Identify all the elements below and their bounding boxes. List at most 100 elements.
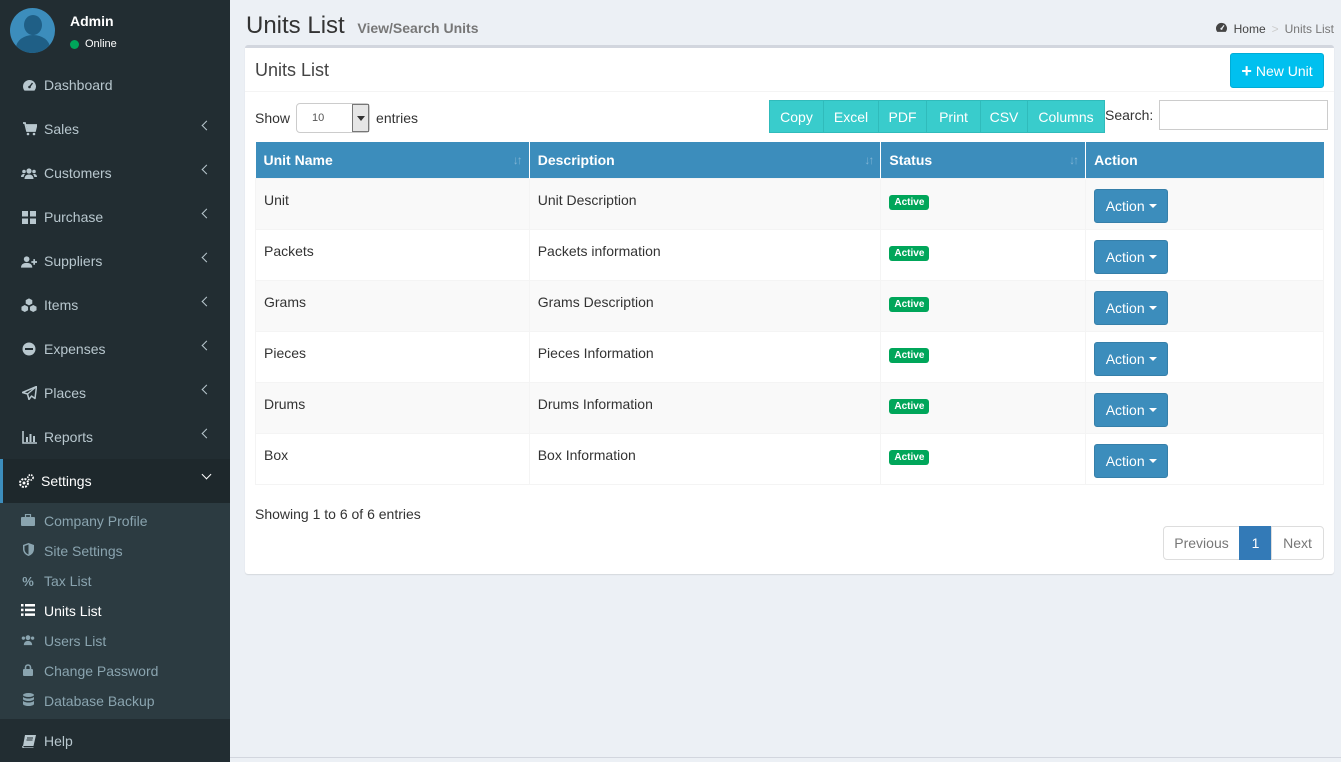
submenu-item-database-backup[interactable]: Database Backup — [0, 686, 230, 716]
sidebar-item-items[interactable]: Items — [0, 283, 230, 327]
database-icon — [20, 693, 36, 709]
user-status: Online — [70, 38, 117, 50]
excel-button[interactable]: Excel — [824, 100, 879, 133]
lock-icon — [20, 663, 36, 679]
action-dropdown-button[interactable]: Action — [1094, 188, 1169, 223]
status-badge: Active — [889, 245, 930, 261]
status-badge: Active — [889, 347, 930, 363]
search-input[interactable] — [1159, 100, 1329, 130]
status-cell: Active — [880, 177, 1087, 230]
unit-name-cell: Pieces — [255, 330, 530, 383]
action-dropdown-button[interactable]: Action — [1094, 341, 1169, 376]
avatar[interactable] — [10, 8, 55, 53]
action-dropdown-button[interactable]: Action — [1094, 290, 1169, 325]
caret-down-icon — [1148, 356, 1157, 361]
cubes-icon — [21, 297, 37, 313]
unit-name-cell: Grams — [255, 279, 530, 332]
sidebar-item-settings[interactable]: Settings — [0, 459, 230, 503]
status-cell: Active — [880, 381, 1087, 434]
online-dot-icon — [70, 39, 79, 49]
plus-icon: + — [1241, 60, 1252, 81]
gears-icon — [18, 473, 34, 489]
bar-chart-icon — [21, 429, 37, 445]
unit-name-cell: Drums — [255, 381, 530, 434]
table-row: Unit Unit Description Active Action — [255, 177, 1324, 230]
description-cell: Box Information — [528, 432, 882, 485]
breadcrumb-home-link[interactable]: Home — [1234, 22, 1266, 36]
caret-down-icon — [1148, 458, 1157, 463]
print-button[interactable]: Print — [927, 100, 981, 133]
users-icon — [20, 634, 36, 649]
sidebar-item-reports[interactable]: Reports — [0, 415, 230, 459]
sidebar-item-expenses[interactable]: Expenses — [0, 327, 230, 371]
submenu-item-company-profile[interactable]: Company Profile — [0, 506, 230, 536]
action-cell: Action — [1085, 381, 1324, 434]
submenu-item-users-list[interactable]: Users List — [0, 626, 230, 656]
sort-icon: ↓↑ — [1069, 153, 1079, 167]
submenu-item-tax-list[interactable]: % Tax List — [0, 566, 230, 596]
sidebar-item-help[interactable]: Help — [0, 719, 230, 762]
percent-icon: % — [22, 573, 34, 589]
breadcrumb-separator: > — [1271, 22, 1279, 36]
action-cell: Action — [1085, 177, 1324, 230]
user-name: Admin — [70, 13, 114, 29]
sidebar-item-places[interactable]: Places — [0, 371, 230, 415]
status-cell: Active — [880, 330, 1087, 383]
caret-down-icon — [1148, 407, 1157, 412]
action-dropdown-button[interactable]: Action — [1094, 239, 1169, 274]
sidebar-item-dashboard[interactable]: Dashboard — [0, 63, 230, 107]
column-header-unit-name[interactable]: Unit Name ↓↑ — [255, 142, 530, 178]
status-badge: Active — [889, 194, 930, 210]
submenu-item-change-password[interactable]: Change Password — [0, 656, 230, 686]
content-header: Units List View/Search Units Home > Unit… — [246, 12, 1334, 46]
new-unit-button[interactable]: + New Unit — [1230, 53, 1324, 88]
pdf-button[interactable]: PDF — [879, 100, 927, 133]
minus-circle-icon — [21, 341, 37, 357]
briefcase-icon — [20, 513, 36, 529]
description-cell: Unit Description — [528, 177, 882, 230]
export-buttons: Copy Excel PDF Print CSV Columns — [769, 100, 1105, 133]
book-icon — [21, 733, 37, 749]
action-dropdown-button[interactable]: Action — [1094, 443, 1169, 478]
table-row: Packets Packets information Active Actio… — [255, 228, 1324, 281]
table-row: Grams Grams Description Active Action — [255, 279, 1324, 332]
action-cell: Action — [1085, 228, 1324, 281]
cart-icon — [21, 121, 37, 137]
status-cell: Active — [880, 228, 1087, 281]
copy-button[interactable]: Copy — [769, 100, 824, 133]
description-cell: Drums Information — [528, 381, 882, 434]
previous-page-button[interactable]: Previous — [1163, 526, 1240, 560]
sidebar-item-suppliers[interactable]: Suppliers — [0, 239, 230, 283]
columns-button[interactable]: Columns — [1028, 100, 1105, 133]
submenu-item-site-settings[interactable]: Site Settings — [0, 536, 230, 566]
column-header-status[interactable]: Status ↓↑ — [880, 142, 1087, 178]
sidebar: Admin Online Dashboard Sales Customers P… — [0, 0, 230, 762]
submenu-item-units-list[interactable]: Units List — [0, 596, 230, 626]
csv-button[interactable]: CSV — [981, 100, 1028, 133]
dashboard-icon — [21, 77, 37, 93]
sidebar-item-sales[interactable]: Sales — [0, 107, 230, 151]
caret-down-icon — [1148, 254, 1157, 259]
description-cell: Pieces Information — [528, 330, 882, 383]
search-label: Search: — [1105, 107, 1154, 123]
column-header-description[interactable]: Description ↓↑ — [529, 142, 882, 178]
breadcrumb-current: Units List — [1284, 22, 1334, 36]
table-row: Pieces Pieces Information Active Action — [255, 330, 1324, 383]
page-1-button[interactable]: 1 — [1239, 526, 1272, 560]
next-page-button[interactable]: Next — [1271, 526, 1324, 560]
action-dropdown-button[interactable]: Action — [1094, 392, 1169, 427]
status-badge: Active — [889, 398, 930, 414]
entries-select[interactable]: 10 — [296, 103, 371, 133]
box-header: Units List + New Unit — [245, 48, 1334, 92]
status-cell: Active — [880, 279, 1087, 332]
user-panel: Admin Online — [0, 0, 230, 63]
action-cell: Action — [1085, 279, 1324, 332]
sidebar-item-customers[interactable]: Customers — [0, 151, 230, 195]
list-icon — [20, 603, 36, 619]
page-subtitle: View/Search Units — [357, 20, 479, 36]
unit-name-cell: Packets — [255, 228, 530, 281]
column-header-action: Action — [1085, 142, 1324, 178]
chevron-down-icon[interactable] — [352, 104, 370, 132]
description-cell: Packets information — [528, 228, 882, 281]
sidebar-item-purchase[interactable]: Purchase — [0, 195, 230, 239]
